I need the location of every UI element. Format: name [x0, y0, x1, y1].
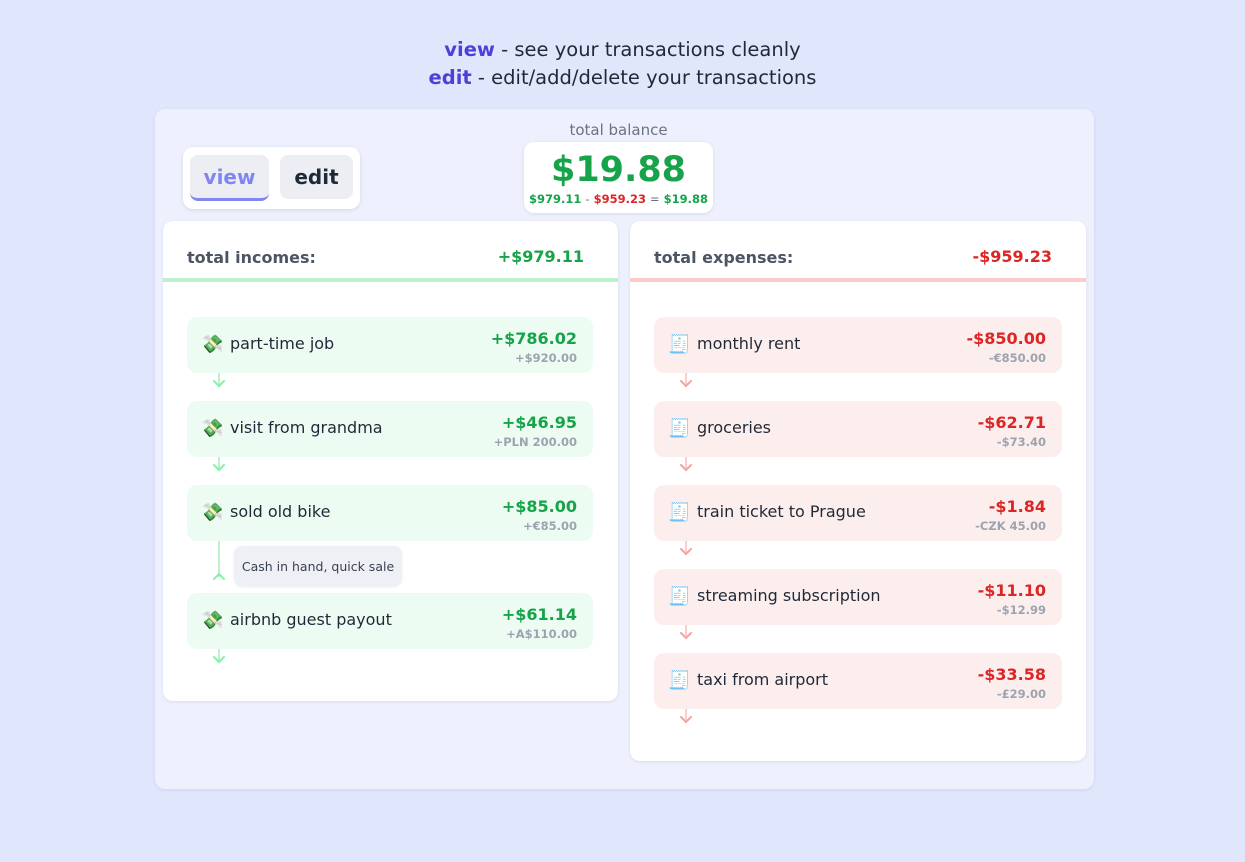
receipt-icon: 🧾 — [668, 418, 691, 439]
money-with-wings-icon: 💸 — [201, 334, 224, 355]
expense-name: taxi from airport — [697, 670, 829, 689]
chevron-up-icon[interactable] — [213, 572, 225, 580]
money-with-wings-icon: 💸 — [201, 610, 224, 631]
expenses-card: total expenses: -$959.23 🧾 monthly rent … — [630, 221, 1086, 761]
intro-edit-keyword: edit — [428, 66, 472, 89]
balance-equals: = — [649, 192, 660, 206]
edit-mode-button[interactable]: edit — [280, 155, 353, 199]
balance-expense: $959.23 — [593, 192, 646, 206]
expenses-header: total expenses: -$959.23 — [630, 221, 1086, 282]
transaction-note: Cash in hand, quick sale — [234, 546, 402, 586]
expense-item[interactable]: 🧾 streaming subscription -$11.10 -$12.99 — [654, 569, 1062, 625]
expenses-total: -$959.23 — [972, 247, 1052, 266]
balance-equation: $979.11- $959.23 = $19.88 — [524, 192, 713, 206]
expense-original-amount: -£29.00 — [996, 687, 1046, 701]
intro-view-text: - see your transactions cleanly — [494, 38, 801, 61]
intro-view-keyword: view — [444, 38, 495, 61]
intro-view-line: view - see your transactions cleanly — [0, 36, 1245, 64]
income-name: airbnb guest payout — [230, 610, 392, 629]
income-item[interactable]: 💸 part-time job +$786.02 +$920.00 — [187, 317, 593, 373]
balance-minus: - — [585, 192, 590, 206]
income-original-amount: +A$110.00 — [506, 627, 577, 641]
expense-item[interactable]: 🧾 groceries -$62.71 -$73.40 — [654, 401, 1062, 457]
view-mode-button[interactable]: view — [190, 155, 269, 201]
chevron-down-icon[interactable] — [680, 632, 692, 640]
expense-name: monthly rent — [697, 334, 801, 353]
money-with-wings-icon: 💸 — [201, 418, 224, 439]
balance-amount: $19.88 — [550, 150, 687, 190]
receipt-icon: 🧾 — [668, 670, 691, 691]
incomes-total: +$979.11 — [497, 247, 584, 266]
intro-edit-line: edit - edit/add/delete your transactions — [0, 64, 1245, 92]
expenses-title: total expenses: — [654, 248, 794, 267]
income-original-amount: +€85.00 — [522, 519, 577, 533]
expense-original-amount: -$12.99 — [996, 603, 1046, 617]
chevron-down-icon[interactable] — [680, 548, 692, 556]
intro-edit-text: - edit/add/delete your transactions — [471, 66, 817, 89]
chevron-down-icon[interactable] — [680, 380, 692, 388]
receipt-icon: 🧾 — [668, 586, 691, 607]
money-with-wings-icon: 💸 — [201, 502, 224, 523]
expense-amount: -$33.58 — [977, 665, 1046, 684]
balance-income: $979.11 — [529, 192, 582, 206]
expense-amount: -$11.10 — [977, 581, 1046, 600]
expense-amount: -$850.00 — [966, 329, 1046, 348]
income-amount: +$85.00 — [501, 497, 577, 516]
expense-original-amount: -$73.40 — [996, 435, 1046, 449]
income-name: visit from grandma — [230, 418, 383, 437]
intro: view - see your transactions cleanly edi… — [0, 36, 1245, 92]
chevron-down-icon[interactable] — [213, 464, 225, 472]
balance-result: $19.88 — [663, 192, 708, 206]
income-name: sold old bike — [230, 502, 331, 521]
balance-box: $19.88 $979.11- $959.23 = $19.88 — [524, 142, 713, 213]
income-original-amount: +$920.00 — [514, 351, 577, 365]
incomes-header: total incomes: +$979.11 — [163, 221, 618, 282]
income-original-amount: +PLN 200.00 — [493, 435, 577, 449]
expense-original-amount: -€850.00 — [988, 351, 1046, 365]
expense-amount: -$62.71 — [977, 413, 1046, 432]
expense-name: groceries — [697, 418, 772, 437]
income-item[interactable]: 💸 sold old bike +$85.00 +€85.00 — [187, 485, 593, 541]
receipt-icon: 🧾 — [668, 502, 691, 523]
chevron-down-icon[interactable] — [213, 380, 225, 388]
expense-name: train ticket to Prague — [697, 502, 866, 521]
expense-item[interactable]: 🧾 train ticket to Prague -$1.84 -CZK 45.… — [654, 485, 1062, 541]
chevron-down-icon[interactable] — [213, 656, 225, 664]
income-amount: +$61.14 — [501, 605, 577, 624]
expense-name: streaming subscription — [697, 586, 881, 605]
income-amount: +$46.95 — [501, 413, 577, 432]
income-item[interactable]: 💸 visit from grandma +$46.95 +PLN 200.00 — [187, 401, 593, 457]
expense-amount: -$1.84 — [988, 497, 1046, 516]
balance-label: total balance — [569, 121, 668, 139]
chevron-down-icon[interactable] — [680, 464, 692, 472]
incomes-card: total incomes: +$979.11 💸 part-time job … — [163, 221, 618, 701]
mode-switcher: view edit — [183, 147, 360, 209]
expense-item[interactable]: 🧾 monthly rent -$850.00 -€850.00 — [654, 317, 1062, 373]
income-amount: +$786.02 — [490, 329, 577, 348]
receipt-icon: 🧾 — [668, 334, 691, 355]
incomes-title: total incomes: — [187, 248, 316, 267]
expense-original-amount: -CZK 45.00 — [975, 519, 1046, 533]
chevron-down-icon[interactable] — [680, 716, 692, 724]
income-item[interactable]: 💸 airbnb guest payout +$61.14 +A$110.00 — [187, 593, 593, 649]
expense-item[interactable]: 🧾 taxi from airport -$33.58 -£29.00 — [654, 653, 1062, 709]
income-name: part-time job — [230, 334, 335, 353]
